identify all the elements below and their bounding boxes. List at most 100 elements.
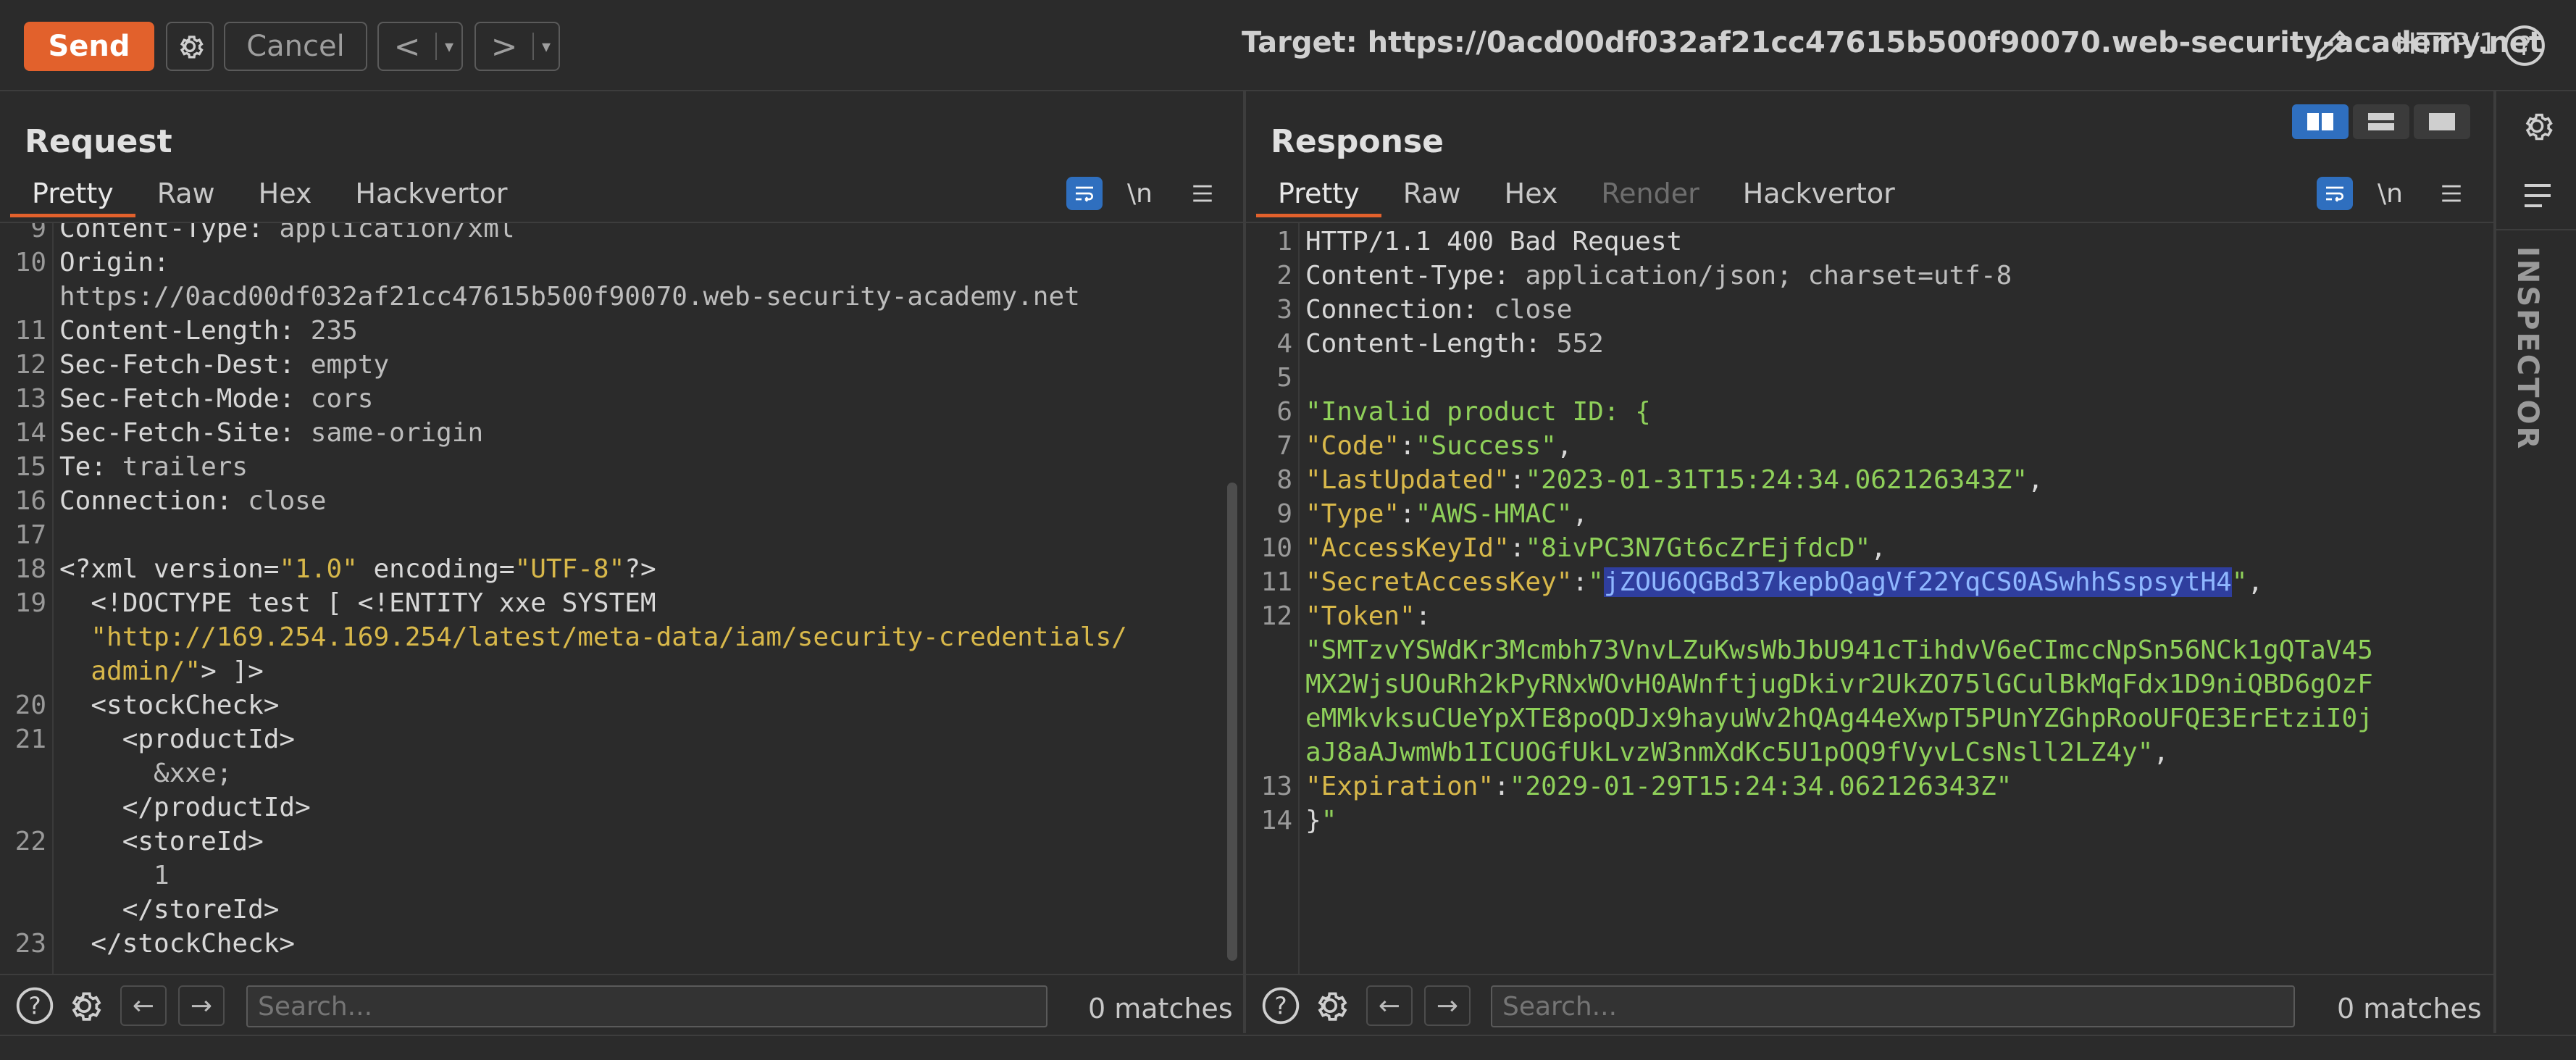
code-token: Content-Length: bbox=[1305, 329, 1557, 359]
tab-hex[interactable]: Hex bbox=[1483, 170, 1580, 217]
code-token: "Token" bbox=[1305, 601, 1415, 631]
line-number: 15 bbox=[14, 452, 46, 482]
tab-raw[interactable]: Raw bbox=[1381, 170, 1483, 217]
request-editor[interactable]: 9 Content-Type: application/xml 10 Origin: … bbox=[0, 222, 1243, 974]
pencil-icon[interactable] bbox=[2311, 23, 2354, 67]
code-line: "Invalid product ID: { bbox=[1305, 395, 1651, 429]
code-line: "Code":"Success", bbox=[1305, 429, 1573, 463]
code-token: Content-Length: bbox=[59, 316, 311, 346]
gear-icon bbox=[180, 36, 204, 59]
code-token: Connection: bbox=[1305, 295, 1494, 325]
previous-match-button[interactable]: ← bbox=[1366, 985, 1413, 1026]
back-button[interactable]: < ▾ bbox=[377, 22, 463, 71]
code-token: aJ8aAJwmWb1ICUOGfUkLvzW3nmXdKc5U1pOQ9fVy… bbox=[1305, 738, 2154, 767]
previous-match-button[interactable]: ← bbox=[120, 985, 167, 1026]
code-line: "LastUpdated":"2023-01-31T15:24:34.06212… bbox=[1305, 463, 2044, 497]
code-token: , bbox=[1556, 431, 1573, 461]
line-number: 2 bbox=[1276, 261, 1292, 291]
show-newlines-toggle[interactable]: \n bbox=[1127, 177, 1153, 210]
forward-button[interactable]: > ▾ bbox=[474, 22, 560, 71]
tab-hackvertor[interactable]: Hackvertor bbox=[1721, 170, 1917, 217]
wrap-lines-icon[interactable] bbox=[1066, 177, 1103, 210]
code-line: Te: trailers bbox=[59, 450, 248, 484]
help-icon[interactable]: ? bbox=[2502, 23, 2547, 68]
line-number: 23 bbox=[14, 929, 46, 959]
code-token: : bbox=[1572, 567, 1589, 597]
next-match-button[interactable]: → bbox=[1424, 985, 1471, 1026]
code-line: "Expiration":"2029-01-29T15:24:34.062126… bbox=[1305, 769, 2012, 804]
code-token: "LastUpdated" bbox=[1305, 465, 1510, 495]
side-by-side-layout-button[interactable] bbox=[2292, 104, 2349, 139]
code-line: "AccessKeyId":"8ivPC3N7Gt6cZrEjfdcD", bbox=[1305, 531, 1886, 565]
code-token: , bbox=[1572, 499, 1589, 529]
search-input[interactable] bbox=[1491, 985, 2295, 1027]
code-token: Connection: bbox=[59, 486, 248, 516]
code-token: "UTF-8" bbox=[514, 554, 625, 584]
inspector-tab[interactable]: INSPECTOR bbox=[2511, 246, 2544, 451]
line-number: 7 bbox=[1276, 431, 1292, 461]
tab-pretty[interactable]: Pretty bbox=[1256, 170, 1381, 217]
code-line: Sec-Fetch-Mode: cors bbox=[59, 382, 373, 416]
tab-hex[interactable]: Hex bbox=[237, 170, 334, 217]
layout-toggle-group bbox=[2292, 104, 2470, 139]
code-token: "SecretAccessKey" bbox=[1305, 567, 1573, 597]
code-token: trailers bbox=[122, 452, 248, 482]
code-line: Connection: close bbox=[59, 484, 326, 518]
code-token: admin/" bbox=[59, 656, 201, 686]
single-pane-layout-button[interactable] bbox=[2414, 104, 2470, 139]
show-newlines-toggle[interactable]: \n bbox=[2378, 177, 2403, 210]
gear-icon[interactable] bbox=[1310, 985, 1350, 1026]
search-input[interactable] bbox=[246, 985, 1047, 1027]
code-line: </productId> bbox=[59, 790, 311, 825]
cancel-button[interactable]: Cancel bbox=[224, 22, 367, 71]
line-number: 18 bbox=[14, 554, 46, 584]
code-token: "SMTzvYSWdKr3Mcmbh73VnvLZuKwsWbJbU941cTi… bbox=[1305, 635, 2373, 665]
code-token: Sec-Fetch-Site: bbox=[59, 418, 311, 448]
code-line: "http://169.254.169.254/latest/meta-data… bbox=[59, 620, 1126, 654]
send-settings-button[interactable] bbox=[166, 22, 214, 71]
code-line: eMMkvksuCUeYpXTE8poQDJx9hayuWv2hQAg44eXw… bbox=[1305, 701, 2373, 735]
help-icon[interactable]: ? bbox=[14, 985, 55, 1026]
code-token: eMMkvksuCUeYpXTE8poQDJx9hayuWv2hQAg44eXw… bbox=[1305, 704, 2373, 733]
code-line: https://0acd00df032af21cc47615b500f90070… bbox=[59, 280, 1080, 314]
code-line: Sec-Fetch-Site: same-origin bbox=[59, 416, 483, 450]
response-search-bar: ? ← → 0 matches bbox=[1246, 974, 2493, 1035]
response-editor[interactable]: 1 HTTP/1.1 400 Bad Request 2 Content-Type: … bbox=[1246, 222, 2493, 974]
code-token: cors bbox=[310, 384, 374, 414]
line-number: 6 bbox=[1276, 397, 1292, 427]
request-scrollbar[interactable] bbox=[1227, 222, 1237, 972]
line-number: 13 bbox=[14, 384, 46, 414]
line-number: 19 bbox=[14, 588, 46, 618]
code-line: aJ8aAJwmWb1ICUOGfUkLvzW3nmXdKc5U1pOQ9fVy… bbox=[1305, 735, 2169, 769]
stacked-layout-button[interactable] bbox=[2353, 104, 2409, 139]
code-line: <stockCheck> bbox=[59, 688, 279, 722]
code-line: }" bbox=[1305, 804, 1337, 838]
code-token: 1 bbox=[59, 861, 170, 890]
code-line: Content-Type: application/json; charset=… bbox=[1305, 259, 2012, 293]
help-icon[interactable]: ? bbox=[1260, 985, 1301, 1026]
wrap-lines-icon[interactable] bbox=[2317, 177, 2353, 210]
tab-pretty[interactable]: Pretty bbox=[10, 170, 135, 217]
forward-history-dropdown[interactable]: ▾ bbox=[532, 32, 559, 61]
line-number: 1 bbox=[1276, 227, 1292, 256]
code-token: </productId> bbox=[59, 793, 311, 822]
code-token: : bbox=[1400, 499, 1415, 529]
menu-icon[interactable] bbox=[2437, 177, 2466, 210]
code-token: " bbox=[2231, 567, 2248, 597]
code-token: "AWS-HMAC" bbox=[1415, 499, 1573, 529]
back-history-dropdown[interactable]: ▾ bbox=[435, 32, 461, 61]
svg-text:?: ? bbox=[1274, 993, 1287, 1020]
tab-raw[interactable]: Raw bbox=[135, 170, 237, 217]
http-version-label[interactable]: HTTP/1 bbox=[2395, 28, 2497, 61]
code-token: "AccessKeyId" bbox=[1305, 533, 1510, 563]
code-token: "Success" bbox=[1415, 431, 1557, 461]
code-token: 552 bbox=[1556, 329, 1604, 359]
send-button[interactable]: Send bbox=[24, 22, 154, 71]
notes-icon[interactable] bbox=[2519, 181, 2556, 210]
code-token: "Invalid product ID: { bbox=[1305, 397, 1651, 427]
tab-hackvertor[interactable]: Hackvertor bbox=[333, 170, 529, 217]
next-match-button[interactable]: → bbox=[178, 985, 225, 1026]
menu-icon[interactable] bbox=[1188, 177, 1217, 210]
gear-icon[interactable] bbox=[64, 985, 104, 1026]
gear-icon[interactable] bbox=[2518, 107, 2556, 145]
